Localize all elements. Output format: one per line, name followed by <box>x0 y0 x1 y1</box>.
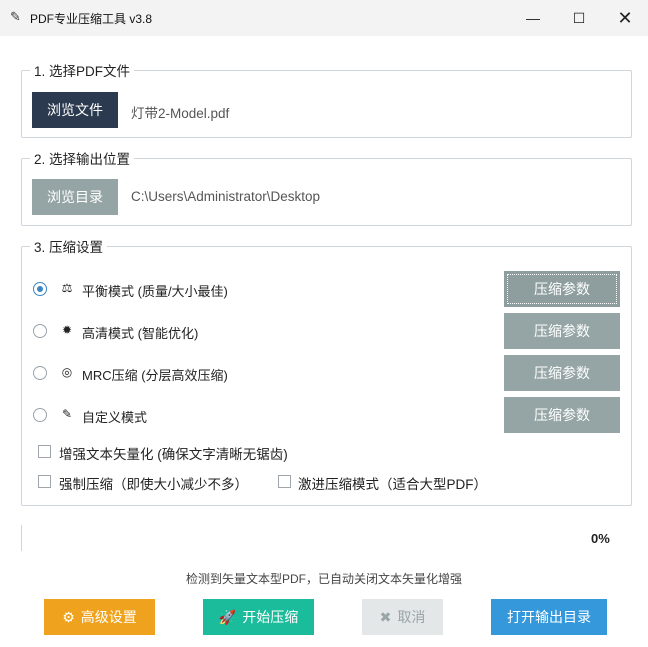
start-compress-label: 开始压缩 <box>242 609 299 625</box>
gear-icon: ⚙ <box>62 609 75 625</box>
maximize-button[interactable]: ☐ <box>556 0 602 36</box>
custom-params-button[interactable]: 压缩参数 <box>504 397 620 433</box>
custom-mode-radio[interactable] <box>33 408 47 422</box>
mrc-params-button[interactable]: 压缩参数 <box>504 355 620 391</box>
hd-mode-radio[interactable] <box>33 324 47 338</box>
mrc-mode-label[interactable]: MRC压缩 (分层高效压缩) <box>82 365 228 384</box>
browse-directory-button[interactable]: 浏览目录 <box>32 179 118 215</box>
compression-settings-legend: 3. 压缩设置 <box>30 236 108 256</box>
window-title: PDF专业压缩工具 v3.8 <box>30 12 153 26</box>
rocket-icon: 🚀 <box>218 609 237 625</box>
aggressive-mode-label[interactable]: 激进压缩模式（适合大型PDF） <box>298 473 487 493</box>
force-compress-checkbox[interactable] <box>38 475 51 488</box>
status-message: 检测到矢量文本型PDF，已自动关闭文本矢量化增强 <box>185 572 462 586</box>
browse-file-button[interactable]: 浏览文件 <box>32 92 118 128</box>
balanced-params-button[interactable]: 压缩参数 <box>504 271 620 307</box>
output-location-group: 2. 选择输出位置 浏览目录 C:\Users\Administrator\De… <box>21 148 632 226</box>
hd-params-button[interactable]: 压缩参数 <box>504 313 620 349</box>
close-button[interactable]: ✕ <box>602 0 648 36</box>
start-compress-button[interactable]: 🚀 开始压缩 <box>203 599 314 635</box>
select-pdf-group: 1. 选择PDF文件 浏览文件 灯带2-Model.pdf <box>21 60 632 138</box>
feather-icon: ✎ <box>10 9 21 24</box>
balanced-mode-label[interactable]: 平衡模式 (质量/大小最佳) <box>82 281 228 300</box>
cancel-label: 取消 <box>397 609 426 625</box>
custom-mode-label[interactable]: 自定义模式 <box>82 407 147 426</box>
balance-icon: ⚖ <box>61 281 73 295</box>
advanced-settings-button[interactable]: ⚙ 高级设置 <box>44 599 155 635</box>
advanced-settings-label: 高级设置 <box>80 609 137 625</box>
open-output-folder-button[interactable]: 打开输出目录 <box>491 599 607 635</box>
progress-percent: 0% <box>591 531 610 546</box>
minimize-button[interactable]: — <box>510 0 556 36</box>
mrc-mode-radio[interactable] <box>33 366 47 380</box>
wrench-icon: ✎ <box>61 407 73 421</box>
select-pdf-legend: 1. 选择PDF文件 <box>30 60 135 80</box>
balanced-mode-radio[interactable] <box>33 282 47 296</box>
force-compress-label[interactable]: 强制压缩（即使大小减少不多） <box>59 473 248 493</box>
hd-mode-label[interactable]: 高清模式 (智能优化) <box>82 323 198 342</box>
progress-bar <box>21 525 22 551</box>
sparkle-icon: ✹ <box>61 323 73 337</box>
compression-settings-group: 3. 压缩设置 ⚖ 平衡模式 (质量/大小最佳) 压缩参数 ✹ 高清模式 (智能… <box>21 236 632 506</box>
title-bar: ✎ PDF专业压缩工具 v3.8 — ☐ ✕ <box>0 0 648 36</box>
output-path: C:\Users\Administrator\Desktop <box>131 189 321 204</box>
cancel-button[interactable]: ✖ 取消 <box>362 599 443 635</box>
x-icon: ✖ <box>379 609 392 625</box>
vectorize-label[interactable]: 增强文本矢量化 (确保文字清晰无锯齿) <box>59 443 288 463</box>
vectorize-checkbox[interactable] <box>38 445 51 458</box>
output-location-legend: 2. 选择输出位置 <box>30 148 135 168</box>
selected-file-name: 灯带2-Model.pdf <box>131 106 230 121</box>
aggressive-mode-checkbox[interactable] <box>278 475 291 488</box>
target-icon: ◎ <box>61 365 73 379</box>
